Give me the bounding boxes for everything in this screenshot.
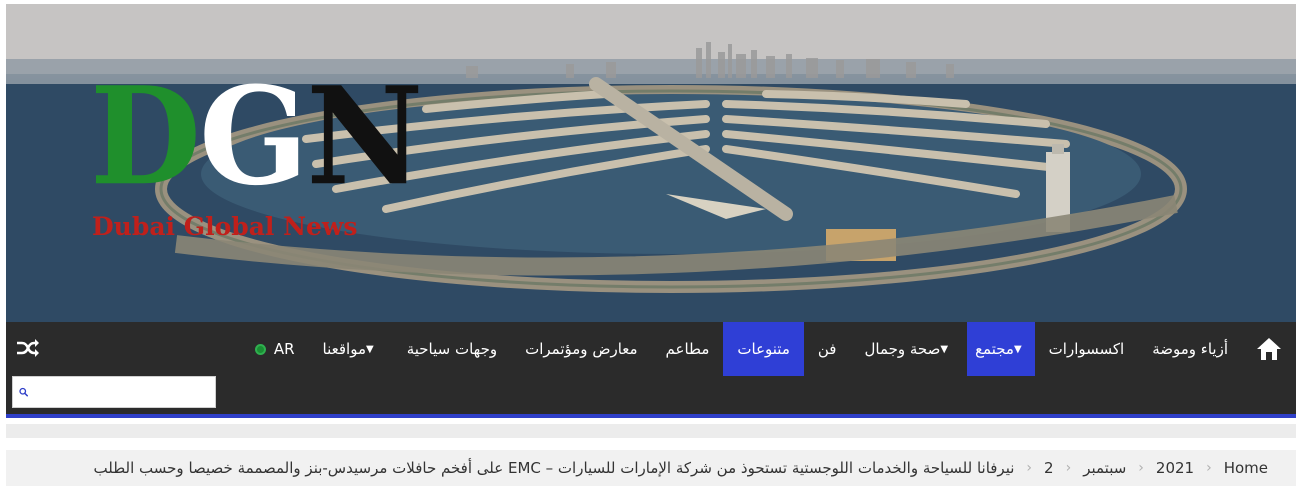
search-bar[interactable] [12, 376, 216, 408]
search-input[interactable] [34, 378, 215, 406]
chevron-down-icon: ▼ [940, 343, 949, 355]
nav-item-label: مطاعم [665, 340, 710, 358]
nav-menu: أزياء وموضة اكسسوارات مجتمع ▼ صحة وجمال ▼ … [241, 322, 1296, 376]
breadcrumb-home[interactable]: Home [1224, 459, 1268, 477]
header-banner[interactable]: D G N Dubai Global News [6, 4, 1296, 322]
breadcrumb-month[interactable]: سبتمبر [1083, 459, 1126, 477]
random-article-button[interactable] [14, 334, 42, 362]
flag-icon [254, 343, 266, 355]
nav-item-society[interactable]: مجتمع ▼ [967, 322, 1035, 376]
site-logo[interactable]: D G N [90, 69, 423, 206]
nav-item-label: وجهات سياحية [406, 340, 498, 358]
nav-item-label: صحة وجمال [864, 340, 941, 358]
nav-item-restaurants[interactable]: مطاعم [652, 322, 724, 376]
nav-home[interactable] [1242, 322, 1296, 376]
nav-item-label: متنوعات [737, 340, 790, 358]
nav-item-art[interactable]: فن [804, 322, 851, 376]
logo-subtitle: Dubai Global News [92, 212, 358, 241]
nav-item-exhibitions[interactable]: معارض ومؤتمرات [511, 322, 651, 376]
breadcrumb-day[interactable]: 2 [1044, 459, 1054, 477]
nav-item-destinations[interactable]: وجهات سياحية [393, 322, 511, 376]
logo-letter-d: D [90, 58, 201, 216]
nav-item-fashion[interactable]: أزياء وموضة [1138, 322, 1242, 376]
main-navigation: أزياء وموضة اكسسوارات مجتمع ▼ صحة وجمال ▼ … [6, 322, 1296, 418]
breadcrumb-separator: › [1065, 460, 1072, 476]
nav-item-label: معارض ومؤتمرات [525, 340, 638, 358]
nav-item-our-sites[interactable]: مواقعنا ▼ [309, 322, 393, 376]
breadcrumb-separator: › [1138, 460, 1144, 476]
language-label: AR [273, 340, 295, 358]
chevron-down-icon: ▼ [366, 343, 374, 355]
nav-item-accessories[interactable]: اكسسوارات [1035, 322, 1139, 376]
chevron-down-icon: ▼ [1013, 343, 1022, 355]
breadcrumb-separator: › [1026, 460, 1033, 476]
nav-item-label: مواقعنا [322, 340, 366, 358]
page: D G N Dubai Global News أزياء وموضة اكسس… [0, 0, 1301, 488]
breadcrumb-article-title: نيرفانا للسياحة والخدمات اللوجستية تستحو… [93, 459, 1015, 477]
breadcrumb-year[interactable]: 2021 [1156, 459, 1194, 477]
logo-letter-n: N [306, 58, 423, 216]
nav-item-health-beauty[interactable]: صحة وجمال ▼ [850, 322, 967, 376]
logo-letter-g: G [199, 58, 308, 216]
header-divider-strip [6, 424, 1296, 438]
nav-item-miscellaneous[interactable]: متنوعات [723, 322, 804, 376]
nav-item-label: فن [817, 340, 837, 358]
nav-item-label: أزياء وموضة [1152, 340, 1228, 358]
home-icon [1257, 338, 1281, 360]
breadcrumb-separator: › [1206, 460, 1212, 476]
nav-item-label: مجتمع [975, 340, 1014, 358]
language-switcher[interactable]: AR [241, 322, 309, 376]
shuffle-icon [17, 339, 39, 357]
breadcrumb: Home › 2021 › سبتمبر › 2 › نيرفانا للسيا… [6, 450, 1296, 486]
search-icon[interactable] [19, 383, 28, 401]
nav-item-label: اكسسوارات [1048, 340, 1125, 358]
